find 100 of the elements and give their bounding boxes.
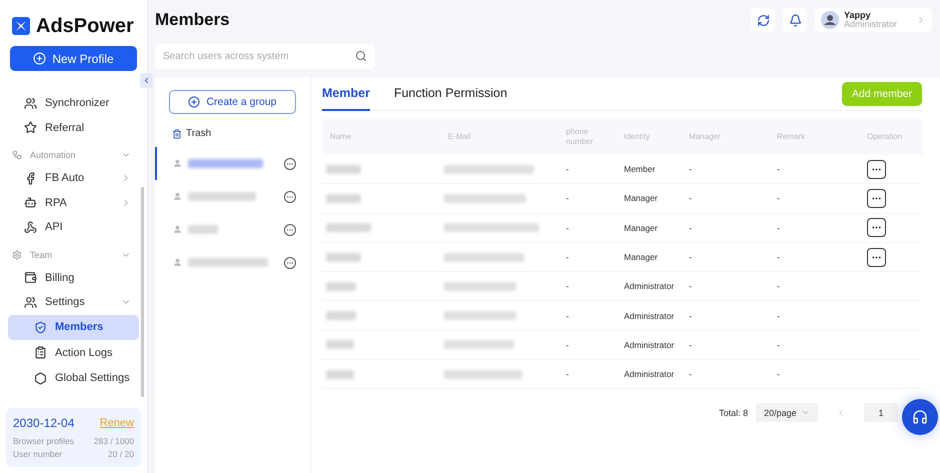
headset-icon: [912, 409, 928, 425]
trash-icon: [172, 128, 182, 138]
robot-icon: [24, 196, 37, 210]
wallet-icon: [24, 271, 37, 284]
create-group-button[interactable]: Create a group: [169, 90, 296, 114]
user-icon: [173, 225, 182, 234]
more-button[interactable]: [867, 218, 886, 238]
plus-icon: [33, 52, 46, 65]
redacted-text: [444, 311, 516, 320]
user-role: Administrator: [844, 20, 898, 30]
stat-label: User number: [13, 449, 62, 459]
table-cell-text: -: [565, 340, 570, 350]
table-cell-text: Member: [623, 164, 656, 174]
user-card[interactable]: Yappy Administrator: [815, 8, 932, 32]
search-field[interactable]: Search users across system: [155, 44, 375, 69]
stat-value: 283 / 1000: [94, 436, 134, 446]
nav-item[interactable]: Referral: [8, 116, 139, 140]
nav-item[interactable]: Synchronizer: [8, 91, 139, 116]
table-cell-text: -: [776, 252, 781, 262]
redacted-text: [188, 225, 218, 234]
table-cell-text: -: [688, 340, 693, 350]
table-cell-text: -: [688, 310, 693, 321]
redacted-text: [326, 164, 361, 174]
table-cell-text: -: [565, 369, 570, 380]
table-cell-text: -: [565, 310, 570, 321]
bell-icon: [788, 14, 802, 26]
scrollbar[interactable]: [141, 187, 144, 397]
more-button[interactable]: [867, 188, 886, 208]
stat-value: 20 / 20: [108, 449, 134, 459]
stat-label: Browser profiles: [13, 436, 74, 446]
chevron-left-icon: [142, 76, 151, 85]
table-cell-text: -: [565, 193, 570, 204]
tab[interactable]: Member: [322, 78, 370, 110]
new-profile-button[interactable]: New Profile: [10, 46, 137, 71]
column-header: E-Mail: [447, 132, 472, 142]
brand-name: AdsPower: [36, 14, 134, 38]
table-cell-text: -: [688, 193, 693, 204]
page-number[interactable]: 1: [864, 403, 898, 422]
star-icon: [24, 121, 37, 134]
nav-item[interactable]: Members: [8, 314, 139, 340]
sync-button[interactable]: [751, 8, 775, 32]
nav-item[interactable]: Settings: [8, 290, 139, 314]
search-icon: [355, 50, 367, 62]
nav-item[interactable]: Global Settings: [8, 366, 139, 391]
table-cell-text: -: [776, 340, 781, 350]
logo-icon: [12, 17, 30, 35]
total-count: Total: 8: [718, 408, 748, 418]
notification-button[interactable]: [783, 8, 807, 32]
support-button[interactable]: [902, 399, 938, 435]
table-cell-text: -: [776, 193, 781, 204]
table-cell-text: Administrator: [623, 340, 676, 350]
redacted-text: [326, 194, 361, 203]
trash-item[interactable]: Trash: [155, 114, 310, 147]
shield-icon: [34, 320, 47, 334]
user-icon: [173, 192, 182, 201]
redacted-text: [326, 223, 371, 232]
table-cell-text: -: [565, 222, 570, 233]
more-button[interactable]: [867, 160, 886, 179]
table-cell-text: Manager: [623, 193, 659, 204]
nav-item[interactable]: API: [8, 215, 139, 240]
gear-icon: [12, 250, 22, 260]
more-button[interactable]: [867, 248, 886, 267]
redacted-text: [326, 340, 354, 350]
column-header: Manager: [688, 132, 722, 142]
column-header: Identity: [623, 132, 651, 142]
page-title: Members: [155, 10, 231, 30]
more-icon[interactable]: [284, 224, 296, 236]
redacted-text: [444, 340, 514, 350]
nav-item[interactable]: Action Logs: [8, 340, 139, 366]
user-name: Yappy: [844, 10, 872, 20]
table-cell-text: -: [776, 164, 781, 174]
more-icon[interactable]: [284, 190, 296, 202]
expiry-date: 2030-12-04: [13, 416, 74, 430]
redacted-text: [444, 282, 516, 291]
tab[interactable]: Function Permission: [394, 78, 508, 110]
page-size-select[interactable]: 20/page: [756, 403, 818, 422]
users-icon: [24, 296, 37, 309]
more-icon[interactable]: [284, 256, 296, 268]
nav-item[interactable]: RPA: [8, 190, 139, 215]
table-cell-text: -: [688, 281, 693, 292]
user-icon: [173, 258, 182, 267]
hexagon-icon: [34, 372, 47, 385]
redacted-text: [326, 370, 354, 379]
table-cell-text: -: [565, 252, 570, 262]
redacted-text: [326, 252, 361, 262]
table-cell-text: -: [776, 310, 781, 321]
plus-icon: [188, 96, 200, 108]
redacted-text: [326, 311, 356, 320]
workflow-icon: [12, 150, 22, 160]
table-cell-text: Manager: [623, 252, 659, 262]
table-cell-text: Manager: [623, 222, 659, 233]
nav-item[interactable]: FB Auto: [8, 166, 139, 190]
column-header: Name: [329, 132, 352, 142]
more-icon[interactable]: [284, 158, 296, 170]
refresh-icon: [756, 14, 770, 26]
redacted-text: [326, 282, 356, 291]
table-cell-text: Administrator: [623, 369, 676, 380]
table-cell-text: -: [776, 222, 781, 233]
collapse-button[interactable]: [140, 73, 153, 88]
nav-item[interactable]: Billing: [8, 266, 139, 290]
